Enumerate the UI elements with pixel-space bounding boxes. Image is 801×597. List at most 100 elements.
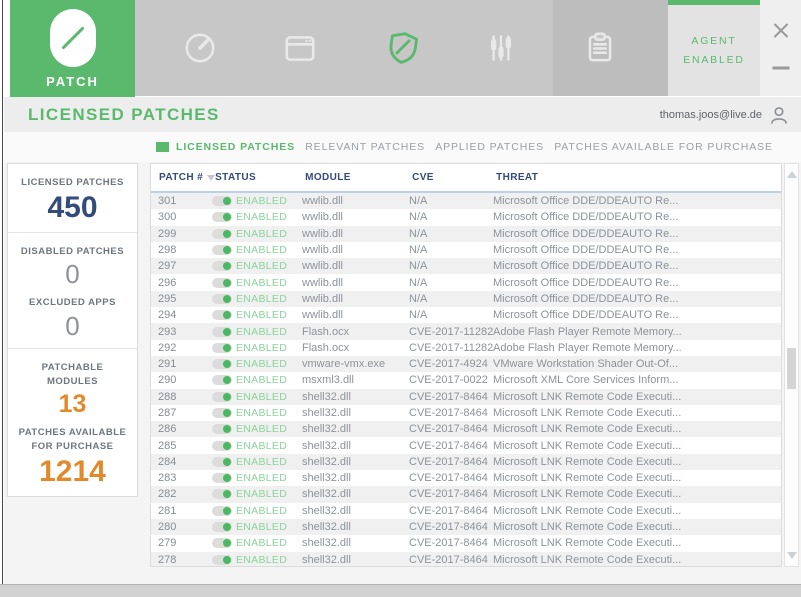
window-controls [760,0,801,96]
table-row[interactable]: 296ENABLEDwwlib.dllN/AMicrosoft Office D… [151,274,781,290]
cell-cve: CVE-2017-8464 [409,440,493,452]
status-toggle[interactable] [212,457,232,467]
status-toggle[interactable] [212,506,232,516]
column-header-status[interactable]: STATUS [215,172,305,183]
gauge-icon[interactable] [167,0,233,96]
status-toggle[interactable] [212,375,232,385]
table-row[interactable]: 282ENABLEDshell32.dllCVE-2017-8464Micros… [151,486,781,502]
table-row[interactable]: 295ENABLEDwwlib.dllN/AMicrosoft Office D… [151,291,781,307]
cell-module: wwlib.dll [302,211,409,223]
tab-applied-patches[interactable]: APPLIED PATCHES [435,141,544,153]
minimize-icon[interactable] [766,61,795,76]
toggle-knob-icon [223,539,231,547]
table-row[interactable]: 292ENABLEDFlash.ocxCVE-2017-11282Adobe F… [151,340,781,356]
cell-threat: Microsoft LNK Remote Code Executi... [493,488,781,500]
cell-threat: Microsoft LNK Remote Code Executi... [493,472,781,484]
status-toggle[interactable] [212,359,232,369]
table-row[interactable]: 280ENABLEDshell32.dllCVE-2017-8464Micros… [151,519,781,535]
status-toggle[interactable] [212,441,232,451]
table-row[interactable]: 283ENABLEDshell32.dllCVE-2017-8464Micros… [151,470,781,486]
cell-module: shell32.dll [302,488,409,500]
status-toggle[interactable] [212,408,232,418]
table-row[interactable]: 291ENABLEDvmware-vmx.exeCVE-2017-4924VMw… [151,356,781,372]
cell-patch-number: 294 [151,309,212,321]
table-row[interactable]: 278ENABLEDshell32.dllCVE-2017-8464Micros… [151,552,781,567]
cell-patch-number: 292 [151,342,212,354]
table-row[interactable]: 287ENABLEDshell32.dllCVE-2017-8464Micros… [151,405,781,421]
status-toggle[interactable] [212,245,232,255]
cell-module: shell32.dll [302,554,409,566]
table-row[interactable]: 297ENABLEDwwlib.dllN/AMicrosoft Office D… [151,258,781,274]
scrollbar-thumb[interactable] [787,348,796,389]
cell-threat: Microsoft Office DDE/DDEAUTO Re... [493,195,781,207]
table-row[interactable]: 301ENABLEDwwlib.dllN/AMicrosoft Office D… [151,193,781,209]
status-toggle[interactable] [212,555,232,565]
table-row[interactable]: 293ENABLEDFlash.ocxCVE-2017-11282Adobe F… [151,323,781,339]
table-row[interactable]: 294ENABLEDwwlib.dllN/AMicrosoft Office D… [151,307,781,323]
tab-licensed-patches[interactable]: LICENSED PATCHES [156,141,295,153]
cell-cve: N/A [409,244,493,256]
table-row[interactable]: 284ENABLEDshell32.dllCVE-2017-8464Micros… [151,454,781,470]
table-row[interactable]: 286ENABLEDshell32.dllCVE-2017-8464Micros… [151,421,781,437]
column-header-cve[interactable]: CVE [412,172,496,183]
cell-patch-number: 279 [151,537,212,549]
stat-excluded-apps: EXCLUDED APPS0 [8,288,137,340]
status-toggle[interactable] [212,278,232,288]
table-row[interactable]: 281ENABLEDshell32.dllCVE-2017-8464Micros… [151,503,781,519]
cell-status: ENABLED [212,391,302,403]
table-row[interactable]: 279ENABLEDshell32.dllCVE-2017-8464Micros… [151,535,781,551]
agent-status-panel[interactable]: AGENT ENABLED [668,0,760,96]
status-toggle[interactable] [212,489,232,499]
status-toggle[interactable] [212,473,232,483]
status-toggle[interactable] [212,424,232,434]
cell-threat: VMware Workstation Shader Out-Of... [493,358,781,370]
sort-descending-icon[interactable] [207,175,215,181]
stat-value: 450 [8,192,137,224]
table-row[interactable]: 300ENABLEDwwlib.dllN/AMicrosoft Office D… [151,209,781,225]
table-row[interactable]: 290ENABLEDmsxml3.dllCVE-2017-0022Microso… [151,372,781,388]
scroll-down-icon[interactable] [787,552,797,559]
status-toggle[interactable] [212,212,232,222]
table-row[interactable]: 298ENABLEDwwlib.dllN/AMicrosoft Office D… [151,242,781,258]
column-header-module[interactable]: MODULE [305,172,412,183]
cell-patch-number: 300 [151,211,212,223]
shield-icon[interactable] [370,0,436,96]
status-label: ENABLED [236,423,287,435]
cell-module: wwlib.dll [302,195,409,207]
status-toggle[interactable] [212,538,232,548]
sliders-icon[interactable] [468,0,534,96]
tab-patches-available-for-purchase[interactable]: PATCHES AVAILABLE FOR PURCHASE [554,141,773,153]
cell-module: shell32.dll [302,407,409,419]
stat-patches-available-for-purchase: PATCHES AVAILABLE FOR PURCHASE1214 [8,418,137,488]
cell-cve: N/A [409,277,493,289]
status-toggle[interactable] [212,196,232,206]
toggle-knob-icon [223,344,231,352]
status-toggle[interactable] [212,229,232,239]
status-toggle[interactable] [212,261,232,271]
user-area[interactable]: thomas.joos@live.de [660,97,789,132]
table-row[interactable]: 288ENABLEDshell32.dllCVE-2017-8464Micros… [151,389,781,405]
toolbar-tab-patch[interactable]: PATCH [10,0,135,97]
cell-module: shell32.dll [302,391,409,403]
status-label: ENABLED [236,342,287,354]
table-row[interactable]: 299ENABLEDwwlib.dllN/AMicrosoft Office D… [151,226,781,242]
close-icon[interactable] [772,22,790,45]
status-toggle[interactable] [212,327,232,337]
column-header-patch[interactable]: PATCH # [151,172,215,183]
status-toggle[interactable] [212,392,232,402]
clipboard-icon[interactable] [567,0,633,96]
tab-relevant-patches[interactable]: RELEVANT PATCHES [305,141,425,153]
toggle-knob-icon [223,246,231,254]
cell-status: ENABLED [212,326,302,338]
status-toggle[interactable] [212,310,232,320]
status-label: ENABLED [236,228,287,240]
browser-icon[interactable] [267,0,333,96]
scroll-up-icon[interactable] [787,171,797,178]
status-toggle[interactable] [212,522,232,532]
table-scrollbar[interactable] [784,163,799,567]
status-toggle[interactable] [212,294,232,304]
column-header-threat[interactable]: THREAT [496,172,781,183]
table-row[interactable]: 285ENABLEDshell32.dllCVE-2017-8464Micros… [151,437,781,453]
cell-cve: N/A [409,211,493,223]
status-toggle[interactable] [212,343,232,353]
